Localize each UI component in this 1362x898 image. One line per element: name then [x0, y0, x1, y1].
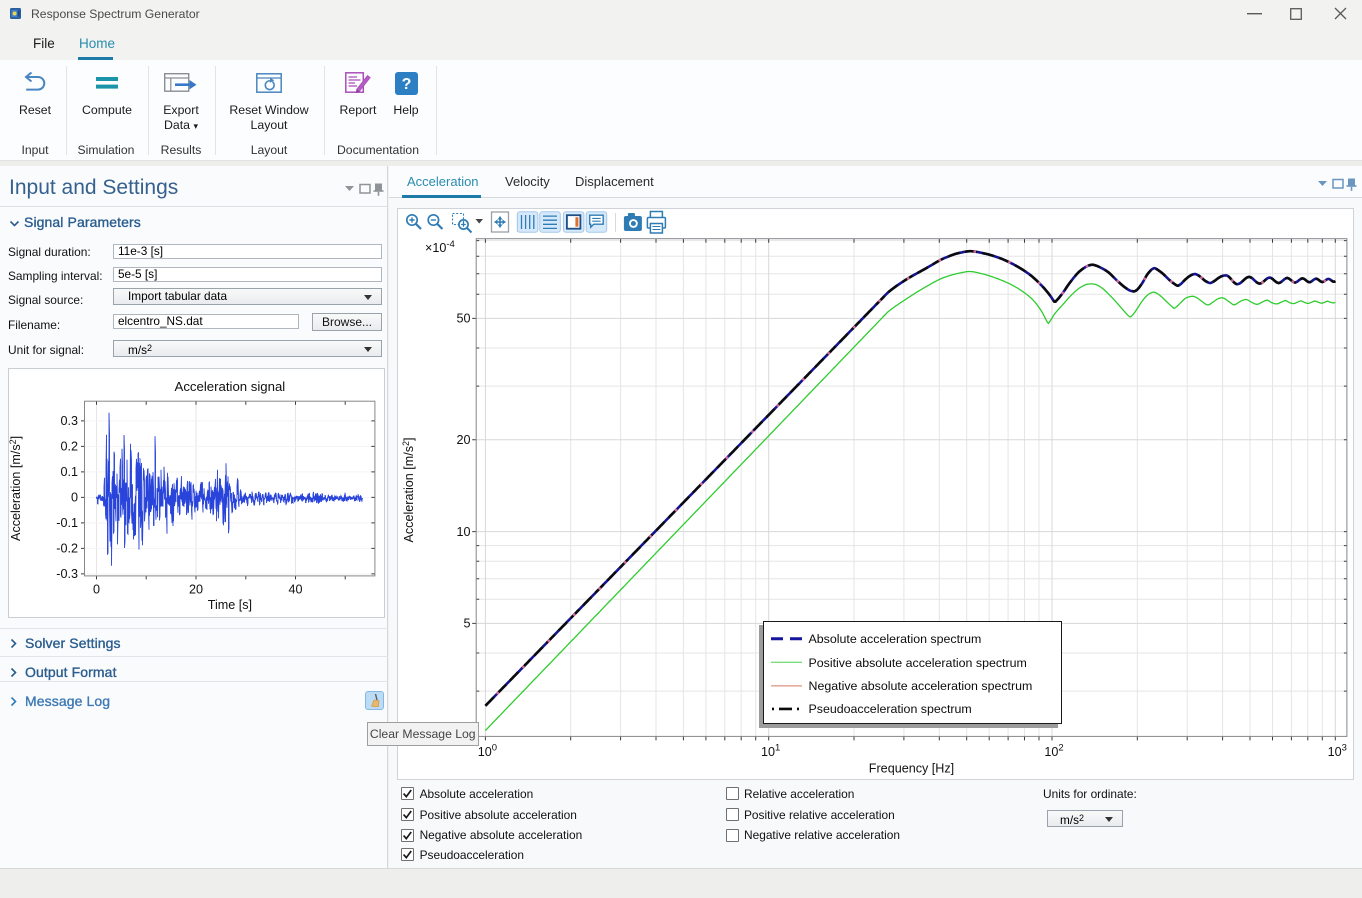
- svg-text:10: 10: [456, 525, 470, 539]
- svg-text:-0.1: -0.1: [56, 516, 78, 530]
- svg-text:50: 50: [456, 312, 470, 326]
- svg-text:101: 101: [761, 743, 780, 760]
- svg-text:0: 0: [93, 582, 100, 596]
- svg-text:0.3: 0.3: [60, 414, 78, 428]
- svg-text:5: 5: [463, 617, 470, 631]
- svg-text:?: ?: [401, 76, 411, 93]
- svg-text:Time [s]: Time [s]: [208, 598, 252, 612]
- svg-text:Frequency [Hz]: Frequency [Hz]: [869, 762, 954, 776]
- svg-text:×10-4: ×10-4: [425, 239, 455, 255]
- svg-text:102: 102: [1044, 743, 1063, 760]
- svg-text:100: 100: [478, 743, 497, 760]
- svg-text:103: 103: [1328, 743, 1347, 760]
- svg-text:-0.2: -0.2: [56, 541, 78, 555]
- svg-text:0: 0: [71, 490, 78, 504]
- svg-text:Acceleration [m/s2]: Acceleration [m/s2]: [401, 437, 416, 542]
- svg-text:40: 40: [288, 582, 302, 596]
- svg-text:0.1: 0.1: [60, 465, 78, 479]
- svg-text:-0.3: -0.3: [56, 567, 78, 581]
- svg-text:Acceleration signal: Acceleration signal: [175, 379, 286, 394]
- svg-text:20: 20: [189, 582, 203, 596]
- svg-text:0.2: 0.2: [60, 439, 78, 453]
- svg-text:20: 20: [456, 433, 470, 447]
- svg-text:Acceleration [m/s2]: Acceleration [m/s2]: [8, 435, 23, 540]
